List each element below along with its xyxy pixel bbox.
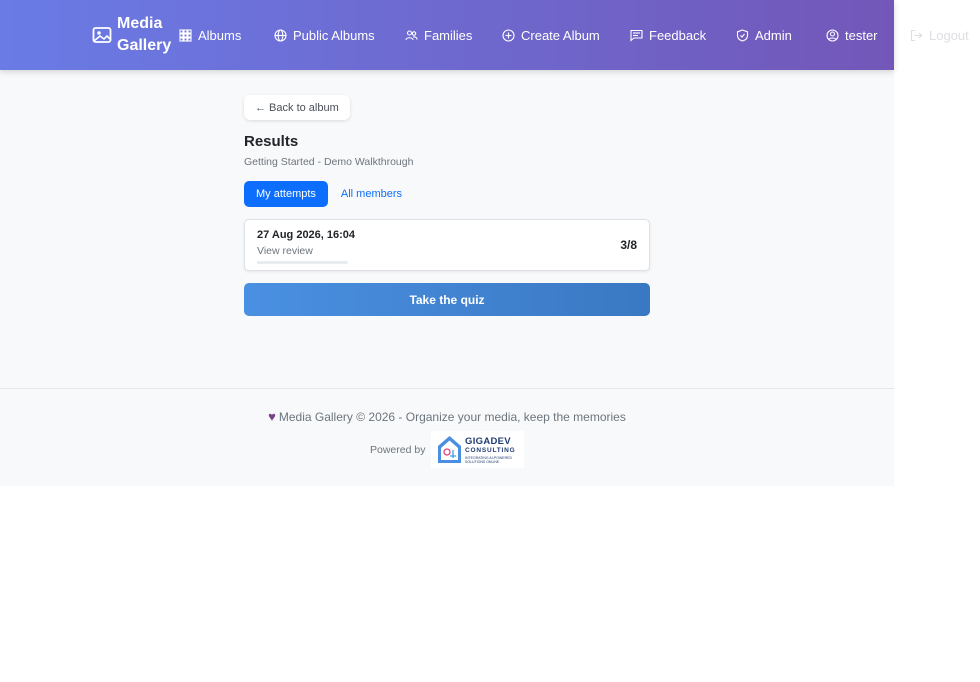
image-icon bbox=[92, 27, 112, 43]
logout-icon bbox=[910, 29, 923, 41]
footer-divider bbox=[0, 388, 894, 389]
score-progress-fill bbox=[257, 261, 292, 264]
take-quiz-button[interactable]: Take the quiz bbox=[244, 283, 650, 316]
footer-copyright: ♥ Media Gallery © 2026 - Organize your me… bbox=[0, 409, 894, 424]
page-title: Results bbox=[244, 133, 299, 150]
gigadev-logo-icon bbox=[438, 436, 461, 463]
nav-albums[interactable]: Albums bbox=[179, 26, 241, 44]
plus-circle-icon bbox=[502, 28, 515, 42]
nav-feedback-label: Feedback bbox=[649, 27, 707, 43]
attempt-score: 3/8 bbox=[620, 238, 637, 252]
nav-admin[interactable]: Admin bbox=[736, 26, 792, 44]
globe-icon bbox=[274, 28, 287, 42]
nav-admin-label: Admin bbox=[755, 27, 792, 43]
grid-icon bbox=[179, 28, 192, 42]
nav-user[interactable]: tester bbox=[826, 26, 878, 44]
tab-my-attempts[interactable]: My attempts bbox=[244, 181, 328, 207]
nav-albums-label: Albums bbox=[198, 27, 242, 43]
logo-sub-text: CONSULTING bbox=[465, 447, 516, 454]
heart-icon: ♥ bbox=[268, 409, 276, 424]
tab-all-members[interactable]: All members bbox=[329, 181, 414, 207]
page-subtitle: Getting Started - Demo Walkthrough bbox=[244, 156, 414, 168]
footer-text: Media Gallery © 2026 - Organize your med… bbox=[278, 410, 626, 424]
nav-logout-label: Logout bbox=[929, 27, 969, 43]
nav-families[interactable]: Families bbox=[405, 26, 472, 44]
people-icon bbox=[405, 29, 418, 40]
user-circle-icon bbox=[826, 28, 839, 42]
shield-icon bbox=[736, 28, 749, 42]
back-to-album-button[interactable]: ← Back to album bbox=[244, 95, 350, 120]
nav-create-album[interactable]: Create Album bbox=[502, 26, 600, 44]
attempt-date: 27 Aug 2026, 16:04 bbox=[257, 229, 356, 241]
logo-main-text: GIGADEV bbox=[465, 436, 511, 447]
score-progress-bar bbox=[257, 261, 348, 264]
attempt-card[interactable]: 27 Aug 2026, 16:04 View review 3/8 bbox=[244, 219, 650, 271]
nav-logout[interactable]: Logout bbox=[910, 26, 969, 44]
powered-by-label: Powered by bbox=[370, 444, 426, 456]
navbar: Media Gallery Albums Public Albums Famil… bbox=[0, 0, 894, 70]
logo-tagline: INTEGRATING AI-POWERED SOLUTIONS ONLINE bbox=[465, 456, 512, 464]
results-tabs: My attempts All members bbox=[244, 181, 414, 207]
chat-icon bbox=[630, 29, 643, 42]
nav-public-albums[interactable]: Public Albums bbox=[274, 26, 375, 44]
nav-families-label: Families bbox=[424, 27, 473, 43]
brand-name: Media Gallery bbox=[117, 15, 172, 54]
view-review-link[interactable]: View review bbox=[257, 245, 313, 257]
page: Media Gallery Albums Public Albums Famil… bbox=[0, 0, 969, 486]
brand-link[interactable]: Media Gallery bbox=[92, 13, 177, 57]
nav-feedback[interactable]: Feedback bbox=[630, 26, 706, 44]
nav-public-albums-label: Public Albums bbox=[293, 27, 375, 43]
gigadev-logo[interactable]: GIGADEV CONSULTING INTEGRATING AI-POWERE… bbox=[431, 431, 524, 468]
nav-user-label: tester bbox=[845, 27, 878, 43]
nav-create-album-label: Create Album bbox=[521, 27, 600, 43]
